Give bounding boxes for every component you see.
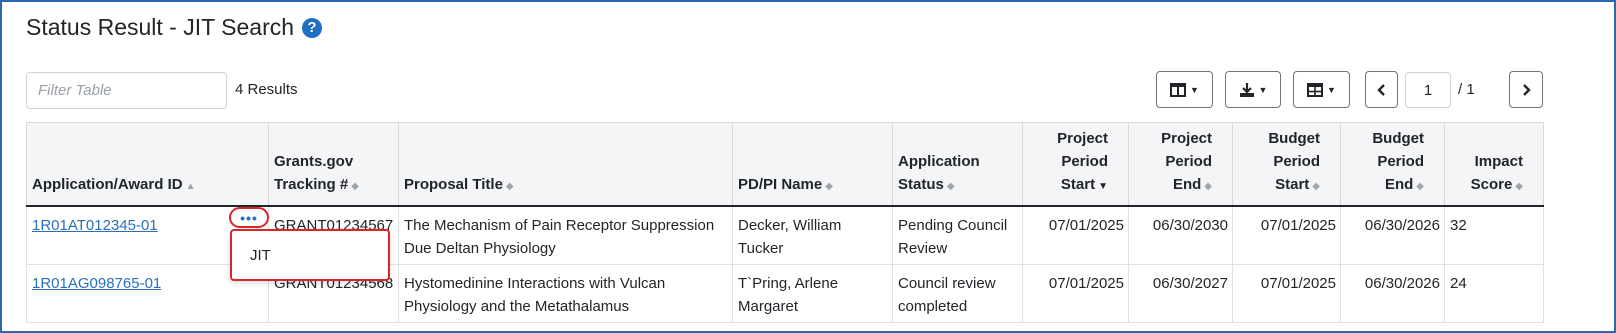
status-cell: Council review completed [892, 264, 1023, 323]
results-count: 4 Results [235, 81, 298, 98]
columns-toggle-button[interactable]: ▼ [1156, 71, 1213, 108]
table-header-row: Application/Award ID ▲ Grants.gov Tracking… [26, 122, 1544, 207]
row-actions-menu: JIT [230, 229, 390, 281]
chevron-down-icon: ▼ [1190, 84, 1199, 95]
budget-start-cell: 07/01/2025 [1232, 205, 1341, 265]
col-header-budget-end[interactable]: Budget Period End ◆ [1340, 122, 1445, 207]
col-header-budget-start[interactable]: Budget Period Start ◆ [1232, 122, 1341, 207]
col-header-application-status[interactable]: Application Status ◆ [892, 122, 1023, 207]
menu-item-jit[interactable]: JIT [250, 247, 271, 264]
proposal-title-cell: The Mechanism of Pain Receptor Suppressi… [398, 205, 733, 265]
previous-page-button[interactable] [1365, 71, 1398, 108]
col-header-tracking[interactable]: Grants.gov Tracking # ◆ [268, 122, 399, 207]
application-id-link[interactable]: 1R01AG098765-01 [32, 275, 161, 292]
col-header-application-id[interactable]: Application/Award ID ▲ [26, 122, 269, 207]
application-id-link[interactable]: 1R01AT012345-01 [32, 217, 158, 234]
page-number-input[interactable] [1405, 72, 1451, 108]
next-page-button[interactable] [1509, 71, 1543, 108]
impact-score-cell: 24 [1444, 264, 1544, 323]
columns-icon [1170, 82, 1187, 97]
table-view-icon [1307, 82, 1324, 97]
pi-name-cell: Decker, William Tucker [732, 205, 893, 265]
row-actions-button[interactable]: ••• [229, 207, 269, 228]
help-icon[interactable]: ? [302, 17, 323, 38]
sort-icon: ◆ [351, 181, 359, 192]
chevron-down-icon: ▼ [1327, 84, 1336, 95]
project-start-cell: 07/01/2025 [1022, 205, 1129, 265]
sort-icon: ◆ [1515, 181, 1523, 192]
budget-end-cell: 06/30/2026 [1340, 264, 1445, 323]
pi-name-cell: T`Pring, Arlene Margaret [732, 264, 893, 323]
sort-icon: ◆ [946, 181, 955, 192]
sort-icon: ◆ [1204, 181, 1212, 192]
budget-start-cell: 07/01/2025 [1232, 264, 1341, 323]
page-title-text: Status Result - JIT Search [26, 14, 295, 40]
page-title: Status Result - JIT Search ? [26, 14, 323, 41]
col-header-project-start[interactable]: Project Period Start ▼ [1022, 122, 1129, 207]
col-header-proposal-title[interactable]: Proposal Title ◆ [398, 122, 733, 207]
budget-end-cell: 06/30/2026 [1340, 205, 1445, 265]
sort-icon: ◆ [1312, 181, 1320, 192]
filter-table-input[interactable] [26, 72, 227, 109]
chevron-left-icon [1376, 83, 1385, 96]
impact-score-cell: 32 [1444, 205, 1544, 265]
download-button[interactable]: ▼ [1225, 71, 1281, 108]
sort-icon: ◆ [1416, 181, 1424, 192]
col-header-pi-name[interactable]: PD/PI Name ◆ [732, 122, 893, 207]
sort-icon: ◆ [825, 181, 833, 192]
col-header-project-end[interactable]: Project Period End ◆ [1128, 122, 1233, 207]
project-end-cell: 06/30/2030 [1128, 205, 1233, 265]
project-start-cell: 07/01/2025 [1022, 264, 1129, 323]
page-total: / 1 [1458, 81, 1475, 98]
proposal-title-cell: Hystomedinine Interactions with Vulcan P… [398, 264, 733, 323]
chevron-right-icon [1523, 83, 1531, 96]
col-header-impact-score[interactable]: Impact Score ◆ [1444, 122, 1544, 207]
sort-icon: ◆ [505, 181, 514, 192]
download-icon [1239, 82, 1254, 97]
sort-desc-icon: ▼ [1098, 181, 1108, 192]
chevron-down-icon: ▼ [1258, 84, 1268, 95]
project-end-cell: 06/30/2027 [1128, 264, 1233, 323]
sort-icon: ▲ [185, 181, 196, 192]
table-view-button[interactable]: ▼ [1293, 71, 1350, 108]
status-cell: Pending Council Review [892, 205, 1023, 265]
